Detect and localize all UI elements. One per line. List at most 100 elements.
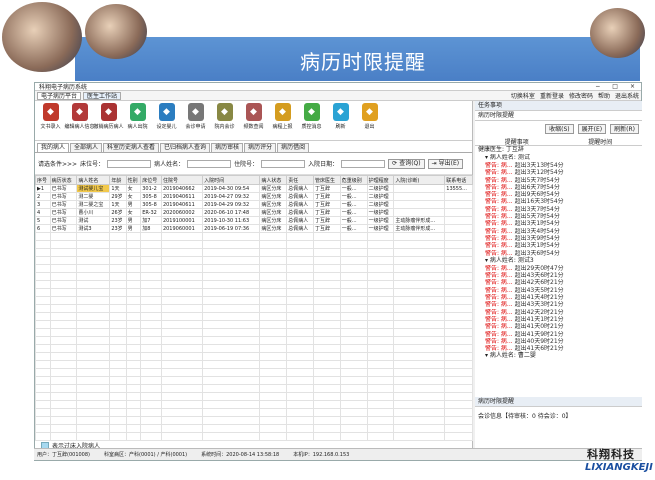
alert-group[interactable]: ▾ 病人姓名: 测试 — [475, 154, 642, 162]
alert-item[interactable]: 警告: 病... 超出41天9时21分 — [475, 331, 642, 338]
alert-item[interactable]: 警告: 病... 超出5天7时54分 — [475, 213, 642, 220]
column-header[interactable]: 病历状态 — [49, 175, 78, 185]
alert-item[interactable]: 警告: 病... 超出41天4时21分 — [475, 294, 642, 301]
toolbar-button[interactable]: ◆ 退出 — [356, 103, 383, 130]
tab-review[interactable]: 病历审核 — [211, 143, 244, 152]
empty-cell — [259, 280, 288, 289]
empty-cell — [76, 256, 111, 265]
toolbar-button[interactable]: ◆ 频数查阅 — [240, 103, 267, 130]
column-header[interactable]: 责任 — [286, 175, 314, 185]
toolbar-button[interactable]: ◆ 会诊申请 — [182, 103, 209, 130]
tab-score[interactable]: 病历评分 — [244, 143, 277, 152]
alert-item[interactable]: 警告: 病... 超出3天1时54分 — [475, 242, 642, 249]
tab-history[interactable]: 科室历史病人查看 — [103, 143, 160, 152]
empty-cell — [160, 288, 204, 297]
column-header[interactable]: 年龄 — [109, 175, 127, 185]
alert-item[interactable]: 警告: 病... 超出43天6时21分 — [475, 272, 642, 279]
alert-item[interactable]: 警告: 病... 超出40天9时21分 — [475, 338, 642, 345]
export-button[interactable]: ⇥ 导出(E) — [427, 158, 464, 169]
alert-text: 警告: 病... — [485, 234, 515, 242]
empty-cell — [160, 384, 204, 393]
column-header[interactable]: 联系电话 — [444, 175, 473, 185]
alert-item[interactable]: 警告: 病... 超出3天9时54分 — [475, 235, 642, 242]
tab-all-patients[interactable]: 全部病人 — [70, 143, 103, 152]
toolbar-button[interactable]: ◆ 病人出院 — [124, 103, 151, 130]
alert-item[interactable]: 警告: 病... 超出3天7时54分 — [475, 206, 642, 213]
toolbar-button[interactable]: ◆ 撤销病历病人 — [94, 103, 124, 130]
toolbar-button[interactable]: ◆ 质控消息 — [298, 103, 325, 130]
expand-button[interactable]: 展开(E) — [577, 124, 607, 134]
toolbar-button[interactable]: ◆ 文书录入 — [37, 103, 64, 130]
switch-dept-link[interactable]: 切换科室 — [511, 91, 535, 100]
alert-item[interactable]: 警告: 病... 超出43天5时21分 — [475, 287, 642, 294]
table-row[interactable]: 5 已书写 测试 23岁男加7 2019100001 2019-10-30 11:63 病区… — [35, 216, 473, 225]
alert-item[interactable]: 警告: 病... 超出41天0时21分 — [475, 323, 642, 330]
collapse-button[interactable]: 收缩(S) — [545, 124, 574, 134]
table-row[interactable]: 2 已书写 测二婴 29岁女 305-8 2019040611 2019-04-27 09:… — [35, 192, 473, 201]
alert-time: 超出3天12时54分 — [514, 169, 564, 177]
empty-cell — [160, 312, 204, 321]
table-cell: 一般... — [339, 216, 368, 225]
empty-cell — [444, 264, 473, 273]
column-header[interactable]: 住院号 — [160, 175, 204, 185]
name-input[interactable] — [187, 159, 232, 168]
tab-borrow[interactable]: 病历借阅 — [277, 143, 310, 152]
table-cell: 测二婴 — [76, 192, 111, 201]
toolbar-button[interactable]: ◆ 编辑病人信息 — [65, 103, 95, 130]
alert-item[interactable]: 警告: 病... 超出41天1时21分 — [475, 316, 642, 323]
alert-group[interactable]: ▾ 病人姓名: 曹二婴 — [475, 352, 642, 360]
alert-root[interactable]: 健康医生: 丁互辞 — [475, 146, 642, 154]
minimize-icon[interactable]: − — [595, 83, 600, 90]
table-row[interactable]: 6 已书写 测试3 23岁男加8 2019060001 2019-06-19 07:36 病… — [35, 224, 473, 233]
alert-item[interactable]: 警告: 病... 超出43天3时21分 — [475, 301, 642, 308]
column-header[interactable]: 床位号 — [140, 175, 162, 185]
exit-system-link[interactable]: 退出系统 — [615, 91, 639, 100]
tab-archived[interactable]: 已归档病人查询 — [160, 143, 211, 152]
refresh-button[interactable]: 刷新(R) — [610, 124, 639, 134]
toolbar-button[interactable]: ◆ 刷新 — [327, 103, 354, 130]
alert-item[interactable]: 警告: 病... 超出29天0时47分 — [475, 265, 642, 272]
close-icon[interactable]: × — [630, 83, 635, 90]
toolbar-button[interactable]: ◆ 设定婴儿 — [153, 103, 180, 130]
tab-emr-platform[interactable]: 电子病历平台 — [37, 91, 82, 100]
alert-item[interactable]: 警告: 病... 超出42天2时21分 — [475, 309, 642, 316]
admit-date-input[interactable] — [341, 159, 386, 168]
alert-item[interactable]: 警告: 病... 超出6天7时54分 — [475, 184, 642, 191]
toolbar-button[interactable]: ◆ 病程上报 — [269, 103, 296, 130]
tab-doctor-station[interactable]: 医生工作站 — [83, 91, 122, 100]
table-row[interactable]: 3 已书写 测二婴之宝 1天男 305-8 2019040611 2019-04-29 09… — [35, 200, 473, 209]
column-header[interactable]: 管床医生 — [313, 175, 341, 185]
help-link[interactable]: 帮助 — [598, 91, 610, 100]
column-header[interactable]: 入院时间 — [202, 175, 261, 185]
alert-item[interactable]: 警告: 病... 超出16天3时54分 — [475, 198, 642, 205]
alert-group[interactable]: ▾ 病人姓名: 测试3 — [475, 257, 642, 265]
column-header[interactable]: 危重级别 — [339, 175, 368, 185]
empty-cell — [125, 320, 142, 329]
table-row[interactable]: 4 已书写 曹小川 26岁女 ER-32 2020060002 2020-06-10 17:… — [35, 208, 473, 217]
alert-item[interactable]: 警告: 病... 超出3天12时54分 — [475, 169, 642, 176]
relogin-link[interactable]: 重新登录 — [540, 91, 564, 100]
alert-item[interactable]: 警告: 病... 超出42天6时21分 — [475, 279, 642, 286]
toolbar-button[interactable]: ◆ 院内会诊 — [211, 103, 238, 130]
admission-no-input[interactable] — [261, 159, 306, 168]
alert-item[interactable]: 警告: 病... 超出9天6时54分 — [475, 191, 642, 198]
table-row[interactable]: ▶1 已书写 测试婴儿宝 1天女 301-2 2019040662 2019-04-30 0… — [35, 184, 473, 193]
alert-item[interactable]: 警告: 病... 超出3天13时54分 — [475, 162, 642, 169]
column-header[interactable]: 性别 — [125, 175, 142, 185]
tab-my-patients[interactable]: 我的病人 — [37, 143, 70, 152]
change-password-link[interactable]: 修改密码 — [569, 91, 593, 100]
column-header[interactable]: 病人姓名 — [76, 175, 111, 185]
empty-cell — [286, 416, 314, 425]
column-header[interactable]: 序号 — [35, 175, 51, 185]
alert-item[interactable]: 警告: 病... 超出3天6时54分 — [475, 250, 642, 257]
column-header[interactable]: 入院(诊断) — [393, 175, 446, 185]
bed-input[interactable] — [107, 159, 152, 168]
column-header[interactable]: 病人状态 — [259, 175, 288, 185]
alert-item[interactable]: 警告: 病... 超出3天1时54分 — [475, 220, 642, 227]
maximize-icon[interactable]: □ — [612, 83, 618, 90]
column-header[interactable]: 护理程度 — [366, 175, 395, 185]
alert-item[interactable]: 警告: 病... 超出3天4时54分 — [475, 228, 642, 235]
alert-item[interactable]: 警告: 病... 超出5天7时54分 — [475, 177, 642, 184]
query-button[interactable]: ⟳ 查询(Q) — [388, 158, 425, 169]
table-cell: 一般... — [339, 208, 368, 217]
